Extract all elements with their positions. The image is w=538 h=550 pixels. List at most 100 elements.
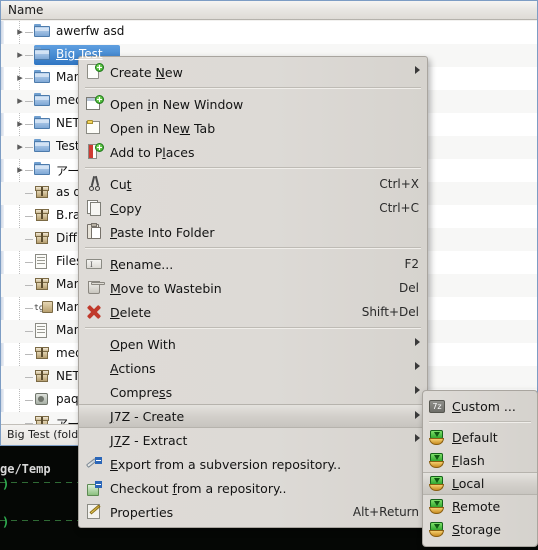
submenu-separator: [429, 421, 531, 423]
menu-item-export-from-a-subversion-repository[interactable]: Export from a subversion repository..: [79, 452, 427, 476]
terminal-prompt-glyph: ): [2, 477, 10, 491]
submenu-item-label: Custom ...: [452, 399, 516, 414]
file-name-label: NET: [56, 116, 80, 130]
submenu-item-local[interactable]: Local: [423, 472, 537, 495]
copy-icon: [85, 199, 105, 217]
menu-item-shortcut: Ctrl+X: [379, 177, 419, 191]
folder-icon: [34, 139, 51, 155]
menu-item-label: Open in New Tab: [110, 120, 216, 136]
file-name-label: Test: [56, 139, 80, 153]
submenu-item-storage[interactable]: Storage: [423, 518, 537, 541]
tree-expander-icon[interactable]: ▸: [15, 164, 25, 175]
menu-item-label: Rename...: [110, 256, 174, 272]
menu-item-paste-into-folder[interactable]: Paste Into Folder: [79, 220, 427, 244]
menu-item-label: Open in New Window: [110, 96, 244, 112]
submenu-arrow-icon: [415, 362, 420, 370]
tree-branch-line: [25, 377, 33, 378]
menu-item-add-to-places[interactable]: Add to Places: [79, 140, 427, 164]
menu-item-label: Checkout from a repository..: [110, 480, 287, 496]
submenu-item-label: Flash: [452, 453, 485, 468]
document-icon: [34, 254, 51, 270]
menu-separator: [85, 167, 421, 169]
submenu-item-label: Storage: [452, 522, 501, 537]
tree-expander-icon[interactable]: ▸: [15, 72, 25, 83]
tree-branch-line: [25, 331, 33, 332]
menu-item-j7z-create[interactable]: J7Z - Create: [79, 404, 427, 428]
menu-item-label: Move to Wastebin: [110, 280, 222, 296]
submenu-item-flash[interactable]: Flash: [423, 449, 537, 472]
new-tab-icon: [85, 119, 105, 137]
tree-branch-line: [25, 216, 33, 217]
sevenzip-icon: 7z: [428, 398, 447, 415]
document-icon: [34, 323, 51, 339]
submenu-item-custom[interactable]: 7z Custom ...: [423, 395, 537, 418]
column-header-name[interactable]: Name: [1, 1, 537, 20]
menu-item-properties[interactable]: Properties Alt+Return: [79, 500, 427, 524]
submenu-item-label: Default: [452, 430, 498, 445]
menu-item-checkout-from-a-repository[interactable]: Checkout from a repository..: [79, 476, 427, 500]
tree-expander-icon[interactable]: ▸: [15, 26, 25, 37]
new-document-icon: [85, 63, 105, 81]
submenu-arrow-icon: [415, 386, 420, 394]
menu-item-open-with[interactable]: Open With: [79, 332, 427, 356]
tree-branch-line: [25, 285, 33, 286]
menu-item-shortcut: Ctrl+C: [379, 201, 419, 215]
folder-icon: [34, 116, 51, 132]
tree-branch-line: [25, 354, 33, 355]
menu-item-label: Copy: [110, 200, 142, 216]
menu-item-label: Compress: [110, 384, 173, 400]
menu-item-shortcut: Shift+Del: [361, 305, 419, 319]
submenu-arrow-icon: [415, 66, 420, 74]
menu-item-open-in-new-tab[interactable]: Open in New Tab: [79, 116, 427, 140]
menu-item-label: Create New: [110, 64, 183, 80]
j7z-create-submenu[interactable]: 7z Custom ... Default Flash Local Remote Stora…: [422, 390, 538, 547]
submenu-arrow-icon: [415, 434, 420, 442]
menu-item-actions[interactable]: Actions: [79, 356, 427, 380]
file-name-label: Big Test: [56, 47, 103, 61]
tree-branch-line: [25, 124, 33, 125]
archive-icon: [34, 415, 51, 424]
tree-expander-icon[interactable]: ▸: [15, 141, 25, 152]
download-shield-icon: [428, 475, 447, 492]
tree-branch-line: [25, 239, 33, 240]
paste-icon: [85, 223, 105, 241]
archive-icon: [34, 208, 51, 224]
tree-branch-line: [25, 78, 33, 79]
menu-item-compress[interactable]: Compress: [79, 380, 427, 404]
menu-item-move-to-wastebin[interactable]: Move to Wastebin Del: [79, 276, 427, 300]
menu-item-label: Add to Places: [110, 144, 195, 160]
gear-icon: [34, 392, 51, 408]
menu-item-create-new[interactable]: Create New: [79, 60, 427, 84]
tree-expander-icon[interactable]: ▸: [15, 118, 25, 129]
menu-item-delete[interactable]: Delete Shift+Del: [79, 300, 427, 324]
menu-separator: [85, 87, 421, 89]
file-name-label: awerfw asd: [56, 24, 125, 38]
submenu-item-remote[interactable]: Remote: [423, 495, 537, 518]
menu-item-label: J7Z - Create: [110, 408, 185, 424]
tree-branch-line: [25, 55, 33, 56]
folder-icon: [34, 70, 51, 86]
menu-item-rename[interactable]: I Rename... F2: [79, 252, 427, 276]
menu-item-label: Open With: [110, 336, 176, 352]
submenu-item-label: Local: [452, 476, 485, 491]
terminal-path-text: ge/Temp: [0, 462, 51, 476]
menu-item-j7z-extract[interactable]: J7Z - Extract: [79, 428, 427, 452]
menu-separator: [85, 247, 421, 249]
menu-item-open-in-new-window[interactable]: Open in New Window: [79, 92, 427, 116]
menu-item-label: Properties: [110, 504, 174, 520]
menu-item-cut[interactable]: Cut Ctrl+X: [79, 172, 427, 196]
submenu-item-default[interactable]: Default: [423, 426, 537, 449]
file-list-row[interactable]: ▸ awerfw asd: [1, 21, 537, 44]
tree-expander-icon[interactable]: ▸: [15, 95, 25, 106]
trash-icon: [85, 279, 105, 297]
download-shield-icon: [428, 521, 447, 538]
tree-branch-line: [25, 262, 33, 263]
menu-item-copy[interactable]: Copy Ctrl+C: [79, 196, 427, 220]
menu-item-label: Export from a subversion repository..: [110, 456, 342, 472]
context-menu[interactable]: Create New Open in New Window Open in New …: [78, 56, 428, 528]
tree-branch-line: [25, 193, 33, 194]
download-shield-icon: [428, 498, 447, 515]
tree-branch-line: [25, 101, 33, 102]
tree-expander-icon[interactable]: ▸: [15, 49, 25, 60]
tree-branch-line: [25, 32, 33, 33]
